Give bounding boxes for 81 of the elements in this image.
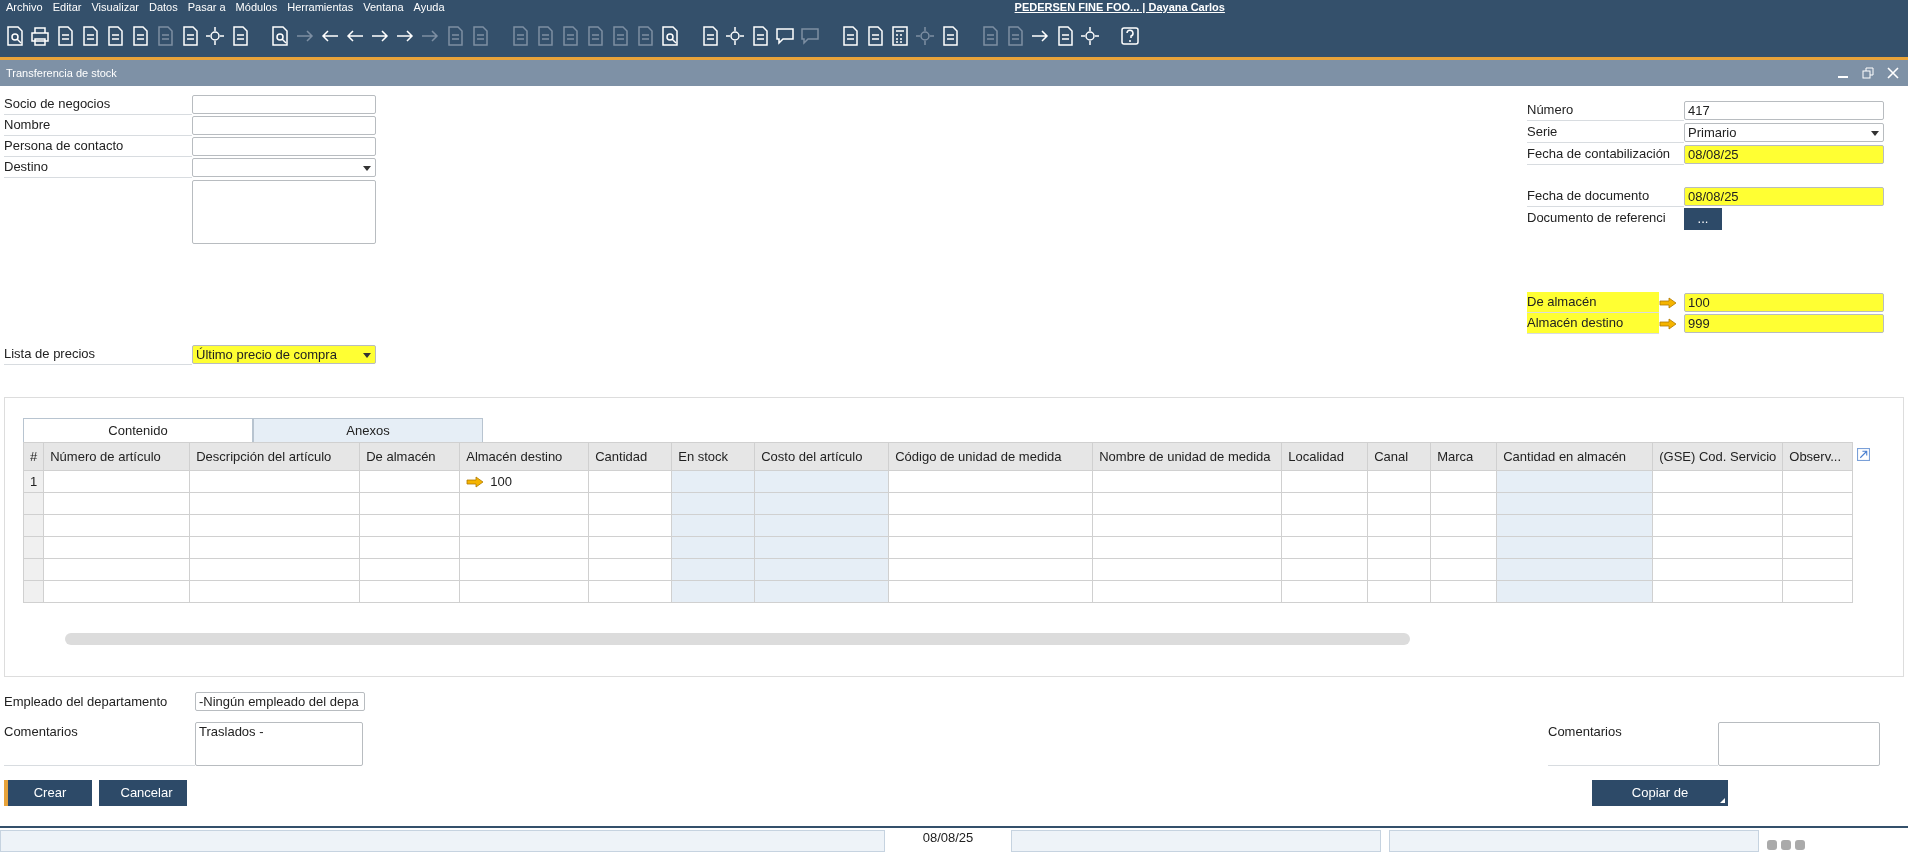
column-header[interactable]: # <box>23 442 44 471</box>
menu-item[interactable]: Ventana <box>363 0 404 14</box>
caret-icon <box>363 353 371 358</box>
tab[interactable]: Contenido <box>23 418 253 442</box>
column-header[interactable]: Observ... <box>1782 442 1853 471</box>
dropdown-field[interactable]: Primario <box>1684 123 1884 142</box>
input-field[interactable] <box>192 137 376 156</box>
caret-icon <box>363 166 371 171</box>
field-label: Lista de precios <box>4 344 192 365</box>
input-field[interactable] <box>192 95 376 114</box>
comments-field[interactable]: Traslados - <box>195 722 363 766</box>
column-header[interactable]: Costo del artículo <box>754 442 889 471</box>
search-document-icon[interactable] <box>269 24 291 47</box>
column-header[interactable]: Almacén destino <box>459 442 589 471</box>
printer-icon[interactable] <box>29 24 51 47</box>
field-label: Empleado del departamento <box>4 692 169 711</box>
field-label: Socio de negocios <box>4 94 192 115</box>
input-field[interactable]: 08/08/25 <box>1684 145 1884 164</box>
column-header[interactable]: Localidad <box>1281 442 1368 471</box>
column-header[interactable]: Descripción del artículo <box>189 442 360 471</box>
row-number: 1 <box>23 470 44 493</box>
input-field[interactable]: -Ningún empleado del depa <box>195 692 365 711</box>
logo-icon <box>1767 840 1805 850</box>
expand-icon[interactable] <box>1857 448 1870 461</box>
search-document-icon[interactable] <box>4 24 26 47</box>
comments-field[interactable] <box>1718 722 1880 766</box>
field-label: Documento de referenci <box>1527 209 1667 227</box>
input-field[interactable]: 100 <box>1684 293 1884 312</box>
caret-icon <box>1871 131 1879 136</box>
menu-item[interactable]: Módulos <box>235 0 278 14</box>
menu-item[interactable]: Datos <box>148 0 178 14</box>
input-field[interactable]: 417 <box>1684 101 1884 120</box>
field-label: Fecha de documento <box>1527 186 1684 207</box>
link-arrow-icon[interactable] <box>1659 296 1677 309</box>
column-header[interactable]: En stock <box>671 442 755 471</box>
restore-icon[interactable] <box>1861 67 1874 79</box>
field-label: Persona de contacto <box>4 136 192 157</box>
input-field[interactable]: 08/08/25 <box>1684 187 1884 206</box>
field-label: Serie <box>1527 122 1684 143</box>
calculator-icon[interactable] <box>889 24 911 47</box>
status-date: 08/08/25 <box>921 830 975 847</box>
corner-caret-icon <box>1720 798 1725 803</box>
column-header[interactable]: Marca <box>1430 442 1497 471</box>
input-field[interactable]: 999 <box>1684 314 1884 333</box>
dropdown-field[interactable]: Último precio de compra <box>192 345 376 364</box>
field-label: Nombre <box>4 115 192 136</box>
field-label: Destino <box>4 157 192 178</box>
field-label: Fecha de contabilización <box>1527 144 1684 165</box>
action-button[interactable]: Crear <box>4 780 92 806</box>
link-arrow-icon[interactable] <box>466 476 485 489</box>
menu-item[interactable]: Editar <box>52 0 82 14</box>
horizontal-scrollbar[interactable] <box>65 633 1410 645</box>
dropdown-field[interactable] <box>192 158 376 177</box>
field-label: Número <box>1527 100 1684 121</box>
menu-item[interactable]: Herramientas <box>287 0 354 14</box>
column-header[interactable]: Nombre de unidad de medida <box>1092 442 1282 471</box>
column-header[interactable]: De almacén <box>359 442 460 471</box>
app-title: PEDERSEN FINE FOO... | Dayana Carlos <box>1014 0 1225 14</box>
column-header[interactable]: Cantidad en almacén <box>1496 442 1653 471</box>
menu-item[interactable]: Archivo <box>6 0 43 14</box>
window-title: Transferencia de stock <box>6 65 117 81</box>
more-button[interactable]: ... <box>1684 207 1722 230</box>
menu-item[interactable]: Visualizar <box>91 0 139 14</box>
help-icon[interactable] <box>1119 24 1141 47</box>
column-header[interactable]: Canal <box>1367 442 1431 471</box>
search-document-icon[interactable] <box>659 24 681 47</box>
cell-text: 100 <box>490 473 512 489</box>
link-arrow-icon[interactable] <box>1659 317 1677 330</box>
menu-item[interactable]: Ayuda <box>413 0 445 14</box>
tab[interactable]: Anexos <box>253 418 483 442</box>
close-icon[interactable] <box>1886 67 1899 79</box>
action-button[interactable]: Cancelar <box>98 780 187 806</box>
input-field[interactable] <box>192 116 376 135</box>
column-header[interactable]: Número de artículo <box>43 442 190 471</box>
column-header[interactable]: Cantidad <box>588 442 672 471</box>
field-label: Almacén destino <box>1527 313 1659 334</box>
column-header[interactable]: Código de unidad de medida <box>888 442 1093 471</box>
column-header[interactable]: (GSE) Cod. Servicio <box>1652 442 1783 471</box>
menu-item[interactable]: Pasar a <box>187 0 226 14</box>
action-button[interactable]: Copiar de <box>1592 780 1728 806</box>
field-label: De almacén <box>1527 292 1659 313</box>
